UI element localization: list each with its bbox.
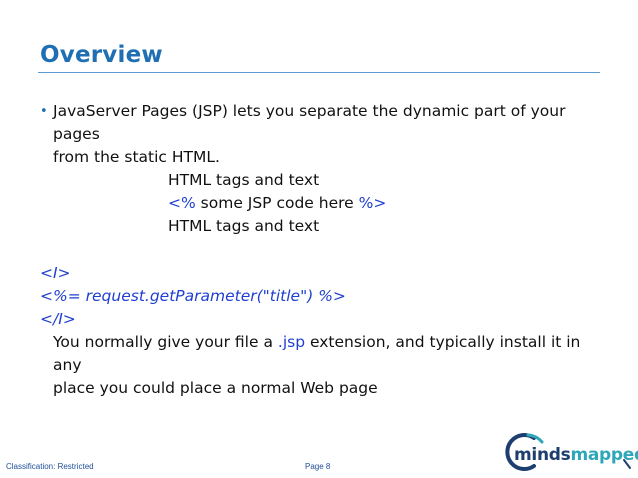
logo-text-minds: minds	[514, 445, 571, 465]
paragraph-text-a: You normally give your file a	[53, 333, 273, 351]
footer-classification: Classification: Restricted	[6, 462, 94, 471]
bullet-icon: •	[40, 104, 48, 119]
bullet-text-line1: JavaServer Pages (JSP) lets you separate…	[53, 102, 566, 143]
jsp-code-text: some JSP code here	[200, 194, 354, 212]
code-expression: <%= request.getParameter("title") %>	[40, 287, 346, 305]
bullet-item: • JavaServer Pages (JSP) lets you separa…	[40, 100, 600, 146]
logo-wordmark: mindsmapped	[514, 445, 638, 465]
code-italic-open: <I>	[40, 264, 71, 282]
bullet-text-line2: from the static HTML.	[53, 148, 220, 166]
slide-title: Overview	[40, 42, 163, 68]
jsp-close-tag: %>	[358, 194, 387, 212]
jsp-extension: .jsp	[277, 333, 306, 351]
title-underline	[38, 72, 600, 73]
code-italic-close: </I>	[40, 310, 76, 328]
footer-page-number: Page 8	[305, 462, 331, 471]
paragraph-line2: place you could place a normal Web page	[53, 379, 378, 397]
jsp-code-line: <% some JSP code here %>	[40, 192, 600, 215]
html-tags-line-2: HTML tags and text	[168, 217, 320, 235]
html-tags-line-1: HTML tags and text	[168, 171, 320, 189]
paragraph-line1: You normally give your file a .jsp exten…	[40, 331, 600, 377]
logo-text-mapped: mapped	[570, 445, 638, 465]
jsp-open-tag: <%	[168, 194, 196, 212]
slide-body: • JavaServer Pages (JSP) lets you separa…	[40, 100, 600, 400]
